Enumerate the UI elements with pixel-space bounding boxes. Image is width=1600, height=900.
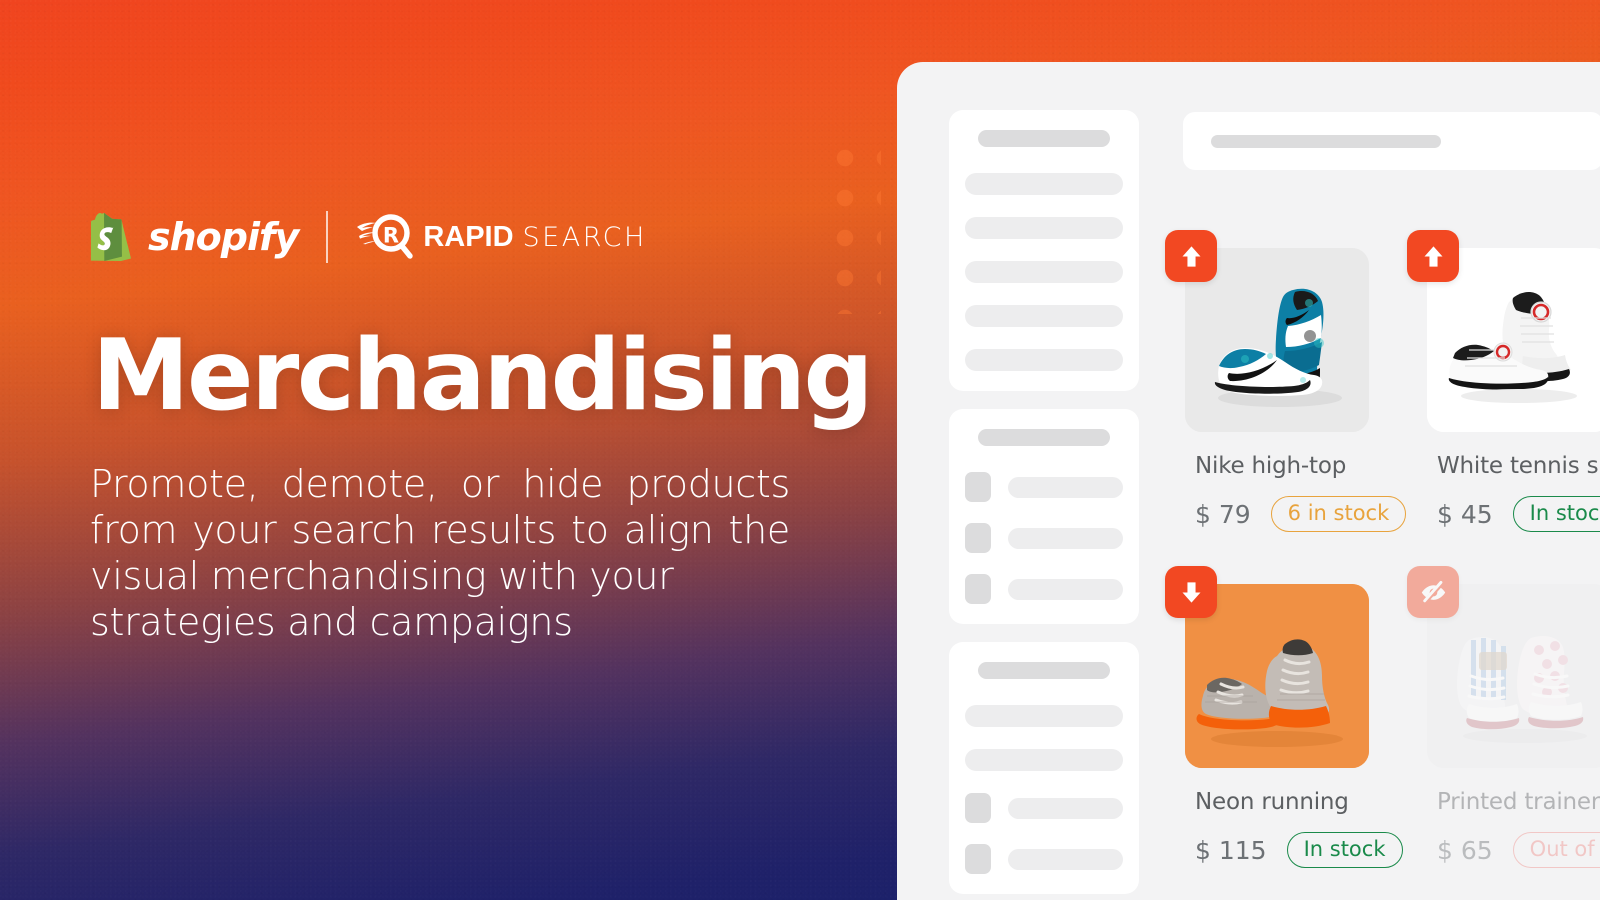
shopify-wordmark: shopify — [148, 215, 299, 259]
skeleton-swatch — [965, 844, 991, 874]
skeleton-row — [965, 793, 1123, 823]
hero-description-body: Promote, demote, or hide products from y… — [90, 462, 790, 598]
skeleton-swatch — [965, 523, 991, 553]
product-card[interactable]: Nike high-top $ 79 6 in stock — [1165, 230, 1407, 566]
rapid-text: RAPID — [423, 220, 514, 253]
skeleton-title — [977, 662, 1111, 679]
hide-eye-slash-icon — [1421, 579, 1445, 605]
product-meta: $ 45 In stock — [1437, 496, 1600, 532]
product-price: $ 79 — [1195, 499, 1251, 529]
skeleton-row — [965, 523, 1123, 553]
rapid-search-magnifier-icon: R — [357, 214, 414, 259]
product-title: Printed trainers — [1437, 789, 1600, 815]
skeleton-title — [977, 429, 1111, 446]
rapid-search-logo: R RAPID SEARCH — [356, 211, 646, 263]
page-title: Merchandising — [92, 319, 874, 433]
demote-badge[interactable] — [1165, 566, 1217, 618]
skeleton-line — [965, 261, 1123, 283]
filter-card-2[interactable] — [949, 409, 1139, 624]
promote-badge[interactable] — [1407, 230, 1459, 282]
status-badge: In stock — [1512, 496, 1600, 532]
product-title: White tennis shoes — [1437, 453, 1600, 479]
shopify-logo: shopify — [90, 213, 299, 261]
product-meta: $ 65 Out of stock — [1437, 832, 1600, 868]
hero-description-lastline: strategies and campaigns — [90, 599, 573, 644]
demote-down-arrow-icon — [1182, 581, 1200, 603]
skeleton-line — [965, 305, 1123, 327]
skeleton-bar — [1008, 848, 1123, 870]
svg-text:R: R — [383, 224, 399, 248]
skeleton-swatch — [965, 472, 991, 502]
product-meta: $ 79 6 in stock — [1195, 496, 1407, 532]
skeleton-row — [965, 844, 1123, 874]
filters-sidebar — [949, 110, 1139, 900]
promote-up-arrow-icon — [1182, 245, 1200, 267]
skeleton-title — [977, 130, 1111, 147]
product-price: $ 45 — [1437, 499, 1493, 529]
hero-description: Promote, demote, or hide products from y… — [90, 462, 790, 646]
skeleton-bar — [1008, 797, 1123, 819]
skeleton-line — [965, 217, 1123, 239]
skeleton-line — [965, 349, 1123, 371]
skeleton-line — [965, 705, 1123, 727]
product-title: Nike high-top — [1195, 453, 1347, 479]
filter-card-3[interactable] — [949, 642, 1139, 894]
shopify-bag-icon — [90, 213, 131, 261]
skeleton-row — [965, 472, 1123, 502]
product-price: $ 65 — [1437, 835, 1493, 865]
status-badge: 6 in stock — [1270, 496, 1407, 532]
skeleton-line — [965, 173, 1123, 195]
product-meta: $ 115 In stock — [1195, 832, 1403, 868]
product-card[interactable]: Printed trainers $ 65 Out of stock — [1407, 566, 1600, 900]
brand-lockup: shopify R RAPID SEARCH — [90, 206, 647, 268]
skeleton-bar — [1008, 476, 1123, 498]
product-results-grid: Nike high-top $ 79 6 in stock White tenn… — [1165, 230, 1600, 900]
rapid-search-wordmark: RAPID SEARCH — [423, 221, 646, 254]
skeleton-line — [965, 749, 1123, 771]
skeleton-bar — [1008, 578, 1123, 600]
status-badge: In stock — [1286, 832, 1403, 868]
status-badge: Out of stock — [1512, 832, 1600, 868]
hide-badge[interactable] — [1407, 566, 1459, 618]
product-price: $ 115 — [1195, 835, 1267, 865]
skeleton-swatch — [965, 574, 991, 604]
product-card[interactable]: White tennis shoes $ 45 In stock — [1407, 230, 1600, 566]
skeleton-bar — [1008, 527, 1123, 549]
app-preview-panel: Nike high-top $ 79 6 in stock White tenn… — [897, 62, 1600, 900]
promote-badge[interactable] — [1165, 230, 1217, 282]
product-card[interactable]: Neon running $ 115 In stock — [1165, 566, 1407, 900]
search-input[interactable] — [1183, 112, 1600, 170]
hero-section: shopify R RAPID SEARCH Merchandising Pro… — [0, 0, 900, 900]
filter-card-1[interactable] — [949, 110, 1139, 391]
product-title: Neon running — [1195, 789, 1349, 815]
logo-divider — [326, 211, 329, 263]
promote-up-arrow-icon — [1424, 245, 1442, 267]
search-placeholder-bar — [1211, 134, 1441, 148]
skeleton-swatch — [965, 793, 991, 823]
skeleton-row — [965, 574, 1123, 604]
search-text: SEARCH — [522, 221, 647, 253]
